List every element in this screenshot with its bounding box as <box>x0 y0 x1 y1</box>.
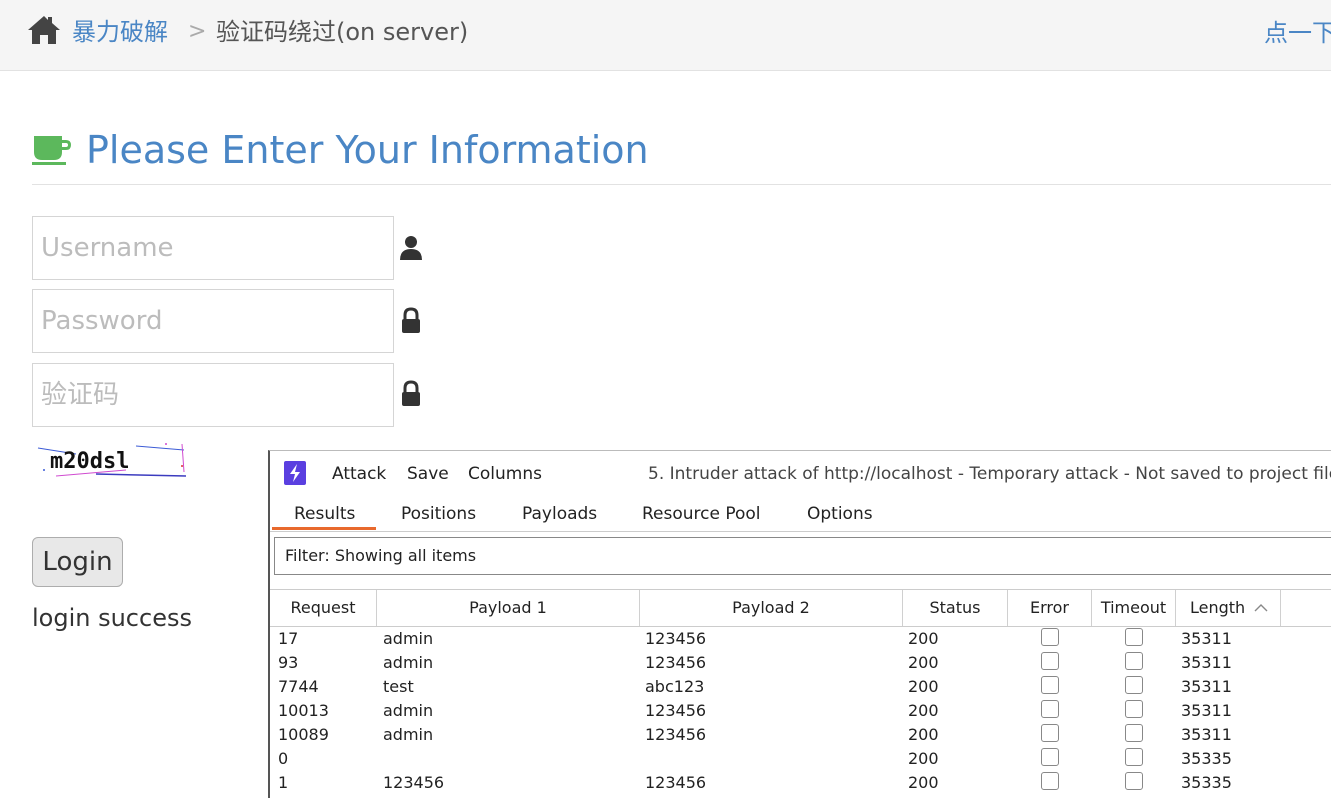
table-row[interactable]: 10013 admin 123456 200 35311 <box>270 699 1331 723</box>
cell-status: 200 <box>908 701 939 720</box>
table-row[interactable]: 10089 admin 123456 200 35311 <box>270 723 1331 747</box>
column-header-status[interactable]: Status <box>903 590 1008 626</box>
table-row[interactable]: 93 admin 123456 200 35311 <box>270 651 1331 675</box>
hint-link[interactable]: 点一下 <box>1264 16 1331 50</box>
column-header-timeout[interactable]: Timeout <box>1092 590 1176 626</box>
cell-payload2: 123456 <box>645 701 707 720</box>
table-row[interactable]: 0 200 35335 <box>270 747 1331 771</box>
menu-save[interactable]: Save <box>407 463 449 485</box>
cell-payload1: admin <box>383 629 434 648</box>
cell-payload1: test <box>383 677 414 696</box>
user-icon <box>398 234 424 262</box>
breadcrumb-current: 验证码绕过(on server) <box>216 18 469 46</box>
table-row[interactable]: 17 admin 123456 200 35311 <box>270 627 1331 651</box>
breadcrumb-bar: 暴力破解 > 验证码绕过(on server) 点一下 <box>0 0 1331 71</box>
timeout-checkbox <box>1125 676 1143 694</box>
error-checkbox <box>1041 724 1059 742</box>
intruder-tabs: Results Positions Payloads Resource Pool… <box>270 497 1331 532</box>
table-header: Request Payload 1 Payload 2 Status Error… <box>270 589 1331 627</box>
title-divider <box>32 184 1331 185</box>
error-checkbox <box>1041 748 1059 766</box>
breadcrumb-link[interactable]: 暴力破解 <box>72 16 168 48</box>
intruder-menubar: Attack Save Columns 5. Intruder attack o… <box>270 451 1331 497</box>
cell-request: 10089 <box>278 725 329 744</box>
cell-length: 35311 <box>1181 629 1232 648</box>
column-header-length[interactable]: Length <box>1176 590 1281 626</box>
cell-request: 10013 <box>278 701 329 720</box>
tab-options[interactable]: Options <box>807 503 873 525</box>
sort-ascending-icon <box>1254 590 1268 626</box>
cell-request: 0 <box>278 749 289 768</box>
cell-status: 200 <box>908 629 939 648</box>
cell-length: 35311 <box>1181 725 1232 744</box>
cell-payload1: admin <box>383 725 434 744</box>
tab-positions[interactable]: Positions <box>401 503 476 525</box>
page-title: Please Enter Your Information <box>86 128 649 172</box>
cell-status: 200 <box>908 773 939 792</box>
lock-icon <box>398 307 424 335</box>
cell-payload1: admin <box>383 653 434 672</box>
login-message: login success <box>32 604 192 632</box>
burp-logo-icon <box>284 461 306 485</box>
cell-length: 35311 <box>1181 677 1232 696</box>
login-button[interactable]: Login <box>32 537 123 587</box>
window-title: 5. Intruder attack of http://localhost -… <box>648 464 1331 484</box>
column-header-payload-2[interactable]: Payload 2 <box>640 590 903 626</box>
error-checkbox <box>1041 652 1059 670</box>
table-row[interactable]: 7744 test abc123 200 35311 <box>270 675 1331 699</box>
timeout-checkbox <box>1125 748 1143 766</box>
timeout-checkbox <box>1125 724 1143 742</box>
password-input[interactable] <box>32 289 394 353</box>
tab-payloads[interactable]: Payloads <box>522 503 597 525</box>
error-checkbox <box>1041 628 1059 646</box>
breadcrumb-separator: > <box>188 19 207 44</box>
filter-bar[interactable]: Filter: Showing all items <box>274 537 1331 575</box>
timeout-checkbox <box>1125 700 1143 718</box>
column-header-request[interactable]: Request <box>270 590 377 626</box>
cell-request: 1 <box>278 773 289 792</box>
username-input[interactable] <box>32 216 394 280</box>
svg-text:m20dsl: m20dsl <box>50 449 129 474</box>
filter-label: Filter: Showing all items <box>285 546 477 565</box>
cell-length: 35335 <box>1181 749 1232 768</box>
error-checkbox <box>1041 676 1059 694</box>
cell-payload1: 123456 <box>383 773 445 792</box>
tab-resource-pool[interactable]: Resource Pool <box>642 503 761 525</box>
cell-payload1: admin <box>383 701 434 720</box>
cell-length: 35311 <box>1181 701 1232 720</box>
cell-request: 93 <box>278 653 299 672</box>
error-checkbox <box>1041 700 1059 718</box>
error-checkbox <box>1041 772 1059 790</box>
captcha-input[interactable] <box>32 363 394 427</box>
coffee-cup-icon <box>32 134 72 166</box>
cell-request: 7744 <box>278 677 319 696</box>
menu-attack[interactable]: Attack <box>332 463 386 485</box>
column-header-error[interactable]: Error <box>1008 590 1092 626</box>
cell-status: 200 <box>908 725 939 744</box>
cell-payload2: 123456 <box>645 653 707 672</box>
cell-status: 200 <box>908 653 939 672</box>
cell-request: 17 <box>278 629 299 648</box>
active-tab-indicator <box>272 527 376 530</box>
intruder-attack-window: Attack Save Columns 5. Intruder attack o… <box>268 450 1331 798</box>
cell-payload2: 123456 <box>645 725 707 744</box>
cell-status: 200 <box>908 749 939 768</box>
column-header-payload-1[interactable]: Payload 1 <box>377 590 640 626</box>
cell-length: 35335 <box>1181 773 1232 792</box>
cell-payload2: abc123 <box>645 677 705 696</box>
home-icon[interactable] <box>26 14 62 46</box>
timeout-checkbox <box>1125 772 1143 790</box>
table-row[interactable]: 1 123456 123456 200 35335 <box>270 771 1331 795</box>
captcha-image[interactable]: m20dsl <box>36 440 188 480</box>
cell-payload2: 123456 <box>645 629 707 648</box>
menu-columns[interactable]: Columns <box>468 463 542 485</box>
tab-results[interactable]: Results <box>294 503 355 525</box>
column-header-length-label: Length <box>1190 598 1246 617</box>
lock-icon <box>398 380 424 408</box>
cell-length: 35311 <box>1181 653 1232 672</box>
timeout-checkbox <box>1125 628 1143 646</box>
timeout-checkbox <box>1125 652 1143 670</box>
cell-payload2: 123456 <box>645 773 707 792</box>
cell-status: 200 <box>908 677 939 696</box>
